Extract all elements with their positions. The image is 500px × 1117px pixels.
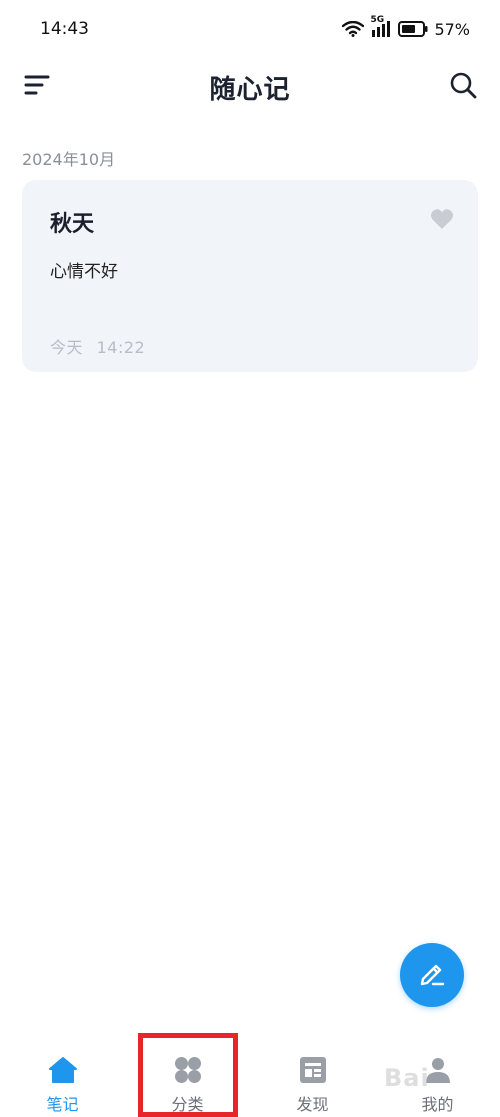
- app-bar: 随心记: [0, 58, 500, 116]
- pencil-icon: [417, 958, 447, 992]
- note-content: 心情不好: [50, 262, 118, 282]
- battery-level: 57%: [434, 19, 470, 39]
- note-timestamp: 今天 14:22: [50, 334, 145, 358]
- nav-label-discover: 发现: [296, 1095, 329, 1114]
- note-time: 14:22: [96, 338, 146, 357]
- note-title: 秋天: [50, 212, 95, 237]
- page-title: 随心记: [209, 74, 291, 105]
- discover-icon: [298, 1055, 328, 1085]
- search-button[interactable]: [448, 72, 478, 102]
- new-note-button[interactable]: [400, 943, 464, 1007]
- status-bar: 14:43 5G 57%: [0, 0, 500, 58]
- signal-icon: 5G: [370, 15, 392, 37]
- note-date: 今天: [50, 338, 84, 357]
- nav-item-discover[interactable]: 发现: [250, 1045, 375, 1117]
- search-icon: [449, 71, 477, 103]
- bottom-nav: 笔记 分类 发现 我的: [0, 1045, 500, 1117]
- wifi-icon: [342, 21, 365, 37]
- nav-label-notes: 笔记: [46, 1095, 79, 1114]
- network-type: 5G: [370, 15, 385, 25]
- app-screen: 14:43 5G 57% 随心记 2024年10月 秋天 心情不好 今天 14:…: [0, 0, 500, 1117]
- month-header: 2024年10月: [22, 150, 116, 169]
- menu-icon: [24, 74, 50, 100]
- nav-label-profile: 我的: [421, 1095, 454, 1114]
- nav-label-category: 分类: [171, 1095, 204, 1114]
- note-card[interactable]: 秋天 心情不好 今天 14:22: [22, 180, 478, 372]
- nav-item-category[interactable]: 分类: [125, 1045, 250, 1117]
- category-icon: [173, 1055, 203, 1085]
- status-time: 14:43: [40, 19, 89, 39]
- home-icon: [48, 1055, 78, 1085]
- profile-icon: [423, 1055, 453, 1085]
- nav-item-profile[interactable]: 我的: [375, 1045, 500, 1117]
- heart-icon[interactable]: [430, 208, 454, 230]
- status-indicators: 5G 57%: [342, 15, 470, 39]
- battery-icon: [398, 21, 428, 37]
- nav-item-notes[interactable]: 笔记: [0, 1045, 125, 1117]
- menu-button[interactable]: [22, 72, 52, 102]
